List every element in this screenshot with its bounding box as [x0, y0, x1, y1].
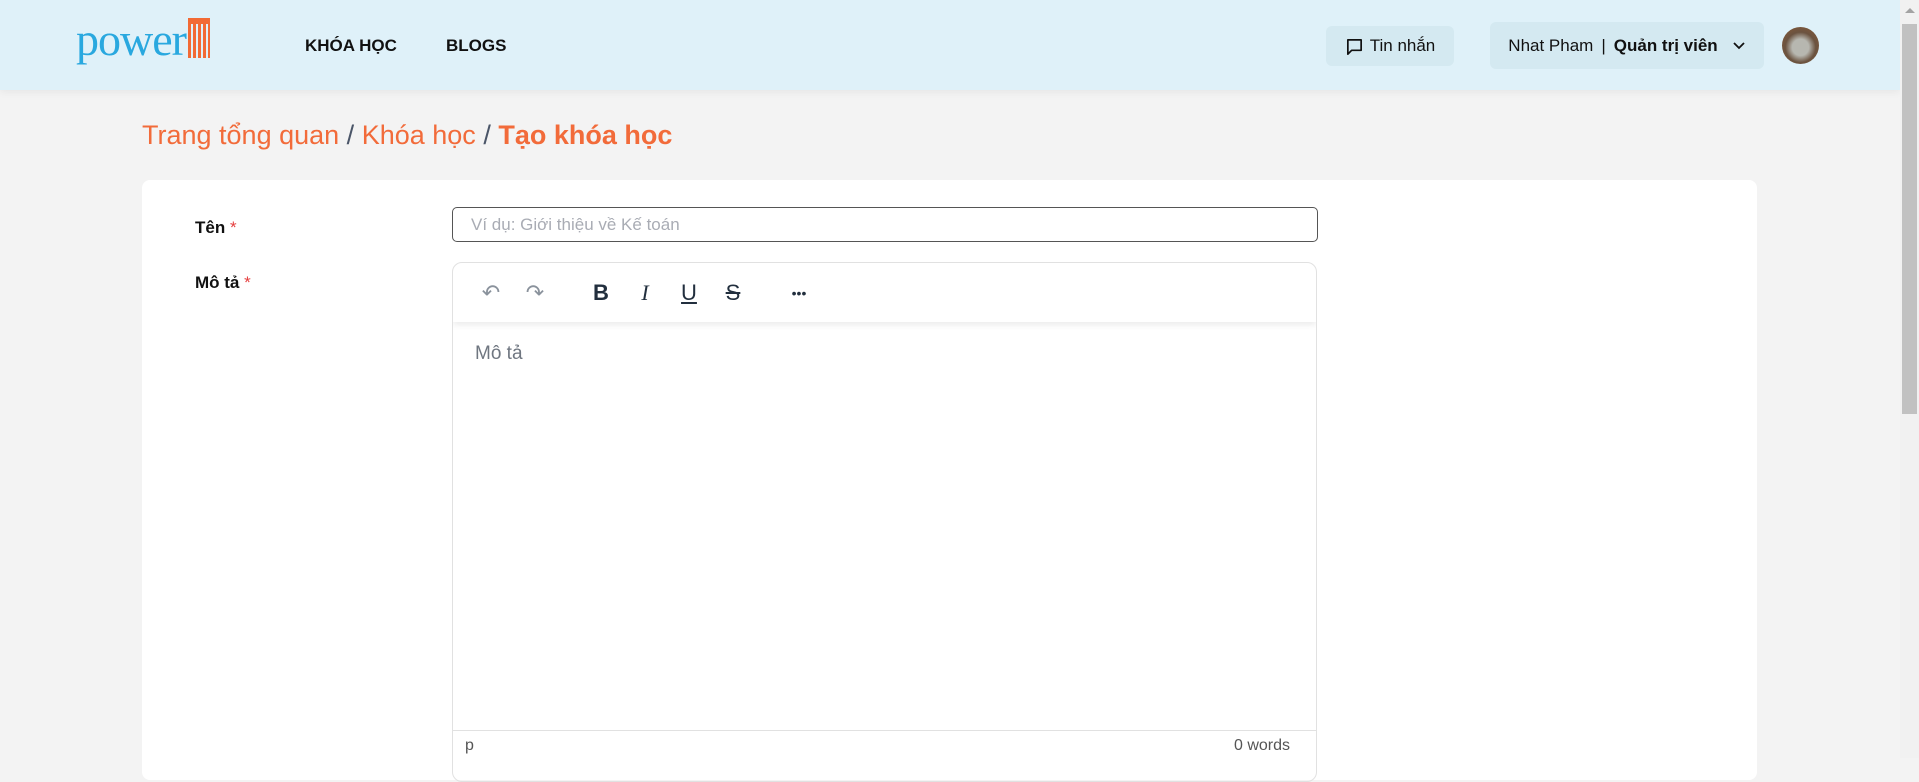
description-editor[interactable]: ↶ ↷ B I U S ••• Mô tả p 0 words [452, 262, 1317, 782]
nav-blogs[interactable]: BLOGS [446, 36, 506, 56]
scroll-up-arrow-icon[interactable] [1905, 8, 1915, 13]
message-icon [1346, 38, 1362, 55]
required-mark: * [244, 273, 251, 292]
logo-five-mark [187, 18, 210, 58]
breadcrumb-separator: / [483, 120, 491, 150]
name-input[interactable] [452, 207, 1318, 242]
nav-courses[interactable]: KHÓA HỌC [305, 36, 397, 56]
breadcrumb-dashboard[interactable]: Trang tổng quan [142, 120, 339, 150]
strikethrough-icon[interactable]: S [715, 275, 751, 311]
italic-icon[interactable]: I [627, 275, 663, 311]
more-icon[interactable]: ••• [781, 275, 817, 311]
breadcrumb-courses[interactable]: Khóa học [362, 120, 476, 150]
name-label: Tên * [195, 218, 237, 238]
logo[interactable]: power [76, 14, 210, 65]
breadcrumb-separator: / [346, 120, 355, 150]
bold-icon[interactable]: B [583, 275, 619, 311]
required-mark: * [229, 218, 237, 237]
breadcrumb-current: Tạo khóa học [498, 120, 673, 150]
undo-icon[interactable]: ↶ [473, 275, 509, 311]
user-name: Nhat Pham [1508, 35, 1594, 55]
logo-text: power [76, 14, 187, 65]
scrollbar-thumb[interactable] [1902, 24, 1917, 414]
underline-icon[interactable]: U [671, 275, 707, 311]
name-label-text: Tên [195, 218, 226, 237]
user-role: Quản trị viên [1613, 35, 1718, 55]
messages-button[interactable]: Tin nhắn [1326, 26, 1454, 66]
redo-icon[interactable]: ↷ [517, 275, 553, 311]
editor-toolbar: ↶ ↷ B I U S ••• [453, 263, 1316, 322]
course-form-card: Tên * Mô tả * ↶ ↷ B I U S ••• Mô tả p 0 … [142, 180, 1757, 782]
scrollbar[interactable] [1900, 0, 1919, 758]
description-label-text: Mô tả [195, 273, 240, 292]
avatar[interactable] [1782, 27, 1819, 64]
word-count[interactable]: 0 words [1234, 737, 1290, 755]
user-separator: | [1601, 35, 1606, 55]
description-label: Mô tả * [195, 273, 251, 293]
editor-placeholder[interactable]: Mô tả [475, 343, 523, 365]
top-header: power KHÓA HỌC BLOGS Tin nhắn Nhat Pham … [0, 0, 1900, 90]
element-path[interactable]: p [465, 737, 474, 755]
breadcrumb: Trang tổng quan / Khóa học / Tạo khóa họ… [142, 120, 672, 151]
chevron-down-icon [1733, 41, 1745, 49]
messages-label: Tin nhắn [1369, 36, 1436, 55]
editor-statusbar: p 0 words [453, 730, 1316, 760]
user-menu[interactable]: Nhat Pham | Quản trị viên [1490, 22, 1764, 69]
